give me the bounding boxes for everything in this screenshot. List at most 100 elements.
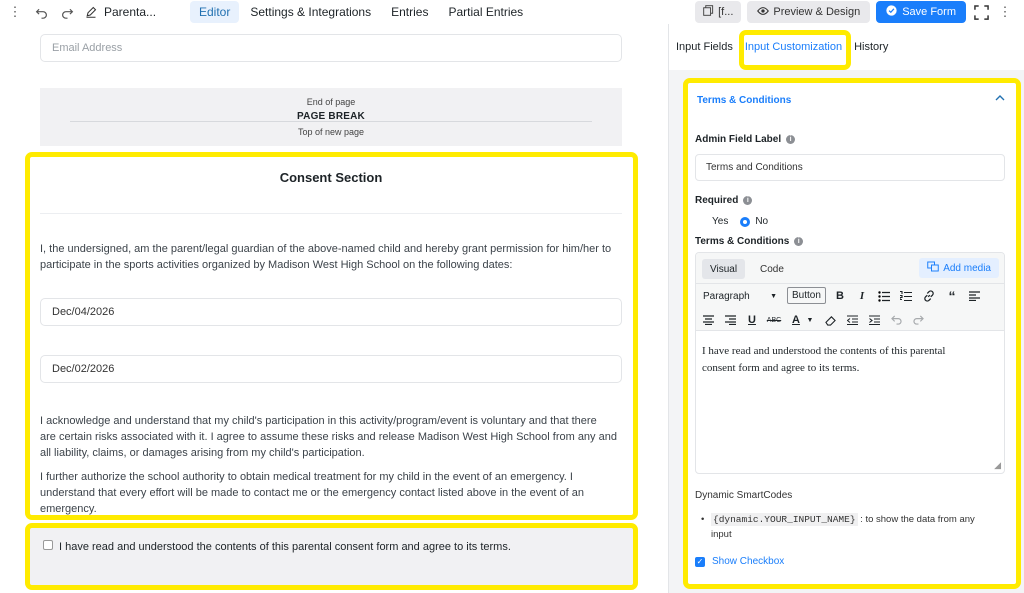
tab-input-fields[interactable]: Input Fields bbox=[676, 41, 733, 53]
smartcode-code[interactable]: {dynamic.YOUR_INPUT_NAME} bbox=[711, 513, 858, 526]
required-no-radio[interactable]: No bbox=[740, 216, 768, 227]
panel-tabs: Input Fields Input Customization History bbox=[669, 24, 1024, 70]
page-break[interactable]: End of page PAGE BREAK Top of new page bbox=[40, 88, 622, 146]
consent-divider bbox=[40, 213, 622, 214]
tab-partial-entries[interactable]: Partial Entries bbox=[439, 1, 532, 23]
page-break-divider bbox=[70, 121, 592, 122]
consent-intro-line: I, the undersigned, am the parent/legal … bbox=[40, 243, 612, 255]
authorize-line: I further authorize the school authority… bbox=[40, 471, 573, 483]
consent-intro-line: participate in the sports activities org… bbox=[40, 259, 513, 271]
fullscreen-icon[interactable] bbox=[972, 3, 990, 21]
page-break-top: Top of new page bbox=[297, 127, 365, 137]
tab-editor[interactable]: Editor bbox=[190, 1, 240, 23]
required-label: Required bbox=[695, 195, 739, 206]
terms-checkbox[interactable] bbox=[43, 540, 53, 550]
radio-circle bbox=[697, 216, 707, 227]
align-right-icon[interactable] bbox=[722, 312, 738, 328]
underline-icon[interactable]: U bbox=[744, 312, 760, 328]
tab-entries[interactable]: Entries bbox=[382, 1, 437, 23]
date-field-2[interactable]: Dec/02/2026 bbox=[40, 355, 622, 383]
save-label: Save Form bbox=[902, 6, 956, 18]
top-toolbar: ⋮ Parenta... Editor Settings & Integrati… bbox=[0, 0, 1024, 24]
acknowledge-line: I acknowledge and understand that my chi… bbox=[40, 415, 597, 427]
smartcode-desc-1: : to show the data from any bbox=[857, 514, 975, 525]
info-icon[interactable]: i bbox=[743, 196, 753, 205]
terms-conditions-label: Terms & Conditions bbox=[695, 236, 790, 247]
media-icon bbox=[927, 261, 939, 275]
admin-field-label: Admin Field Label bbox=[695, 134, 782, 145]
editor-content[interactable]: I have read and understood the contents … bbox=[702, 343, 997, 377]
tab-settings-integrations[interactable]: Settings & Integrations bbox=[241, 1, 380, 23]
show-checkbox-option[interactable]: ✓ Show Checkbox bbox=[695, 556, 784, 567]
field-settings-card: Terms & Conditions Admin Field Label i T… bbox=[687, 80, 1017, 585]
italic-icon[interactable]: I bbox=[854, 288, 870, 304]
editor-tab-code[interactable]: Code bbox=[752, 259, 792, 279]
insert-button-tool[interactable]: Button bbox=[787, 287, 826, 304]
shortcode-label: [f... bbox=[718, 6, 734, 18]
bullet-list-icon[interactable] bbox=[876, 288, 892, 304]
indent-icon[interactable] bbox=[866, 312, 882, 328]
undo-icon[interactable] bbox=[32, 3, 50, 21]
admin-label-row: Admin Field Label i bbox=[695, 134, 796, 145]
add-media-button[interactable]: Add media bbox=[919, 258, 999, 278]
tab-history[interactable]: History bbox=[854, 41, 888, 53]
eraser-icon[interactable] bbox=[822, 312, 838, 328]
admin-label-input[interactable]: Terms and Conditions bbox=[695, 154, 1005, 181]
bullet-icon: • bbox=[701, 514, 705, 525]
editor-tab-visual[interactable]: Visual bbox=[702, 259, 746, 279]
smartcode-description: {dynamic.YOUR_INPUT_NAME} : to show the … bbox=[711, 512, 1011, 542]
acknowledge-line: are certain risks associated with it. I … bbox=[40, 431, 617, 443]
redo-icon[interactable] bbox=[58, 3, 76, 21]
panel-body: Terms & Conditions Admin Field Label i T… bbox=[669, 70, 1024, 593]
numbered-list-icon[interactable] bbox=[898, 288, 914, 304]
form-canvas: Email Address End of page PAGE BREAK Top… bbox=[0, 24, 668, 593]
bold-icon[interactable]: B bbox=[832, 288, 848, 304]
redo-icon[interactable] bbox=[910, 312, 926, 328]
format-select[interactable]: Paragraph ▼ bbox=[698, 287, 782, 305]
more-options-icon[interactable]: ⋮ bbox=[996, 3, 1014, 21]
add-media-label: Add media bbox=[943, 262, 991, 274]
link-icon[interactable] bbox=[921, 288, 937, 304]
authorize-line: emergency. bbox=[40, 503, 97, 515]
date-field-1[interactable]: Dec/04/2026 bbox=[40, 298, 622, 326]
chevron-up-icon[interactable] bbox=[995, 92, 1005, 104]
resize-handle-icon[interactable]: ◢ bbox=[994, 460, 1001, 471]
authorize-paragraph[interactable]: I further authorize the school authority… bbox=[40, 469, 622, 517]
align-left-icon[interactable] bbox=[966, 288, 982, 304]
consent-intro[interactable]: I, the undersigned, am the parent/legal … bbox=[40, 241, 622, 273]
editor-toolbar: Paragraph ▼ Button B I “ U ABC A ▼ bbox=[696, 283, 1004, 331]
email-field[interactable]: Email Address bbox=[40, 34, 622, 62]
pencil-icon[interactable] bbox=[82, 3, 100, 21]
text-color-caret-icon[interactable]: ▼ bbox=[802, 312, 818, 328]
terms-field[interactable]: I have read and understood the contents … bbox=[30, 528, 634, 590]
form-title[interactable]: Parenta... bbox=[104, 5, 180, 19]
terms-text: I have read and understood the contents … bbox=[59, 541, 511, 553]
strikethrough-icon[interactable]: ABC bbox=[766, 312, 782, 328]
main-tabs: Editor Settings & Integrations Entries P… bbox=[190, 1, 532, 23]
acknowledge-paragraph[interactable]: I acknowledge and understand that my chi… bbox=[40, 413, 622, 461]
editor-content-line: consent form and agree to its terms. bbox=[702, 362, 860, 374]
consent-section-title[interactable]: Consent Section bbox=[40, 170, 622, 185]
info-icon[interactable]: i bbox=[794, 237, 804, 246]
settings-panel: Input Fields Input Customization History… bbox=[668, 24, 1024, 593]
check-circle-icon bbox=[886, 5, 897, 19]
radio-circle-selected bbox=[740, 216, 751, 227]
shortcode-button[interactable]: [f... bbox=[695, 1, 742, 23]
preview-design-button[interactable]: Preview & Design bbox=[747, 1, 871, 23]
align-center-icon[interactable] bbox=[700, 312, 716, 328]
page-break-end: End of page bbox=[306, 97, 356, 107]
editor-content-line: I have read and understood the contents … bbox=[702, 345, 946, 357]
info-icon[interactable]: i bbox=[786, 135, 796, 144]
section-title[interactable]: Terms & Conditions bbox=[697, 95, 791, 106]
required-yes-label: Yes bbox=[712, 216, 729, 227]
tab-input-customization[interactable]: Input Customization bbox=[745, 41, 842, 53]
smartcodes-label: Dynamic SmartCodes bbox=[695, 490, 793, 501]
checkbox-checked-icon[interactable]: ✓ bbox=[695, 556, 705, 567]
blockquote-icon[interactable]: “ bbox=[944, 288, 960, 304]
undo-icon[interactable] bbox=[888, 312, 904, 328]
outdent-icon[interactable] bbox=[844, 312, 860, 328]
save-form-button[interactable]: Save Form bbox=[876, 1, 966, 23]
required-yes-radio[interactable]: Yes bbox=[697, 216, 728, 227]
acknowledge-line: all liability, claims, or damages arisin… bbox=[40, 447, 365, 459]
menu-dots-icon[interactable]: ⋮ bbox=[6, 3, 24, 21]
